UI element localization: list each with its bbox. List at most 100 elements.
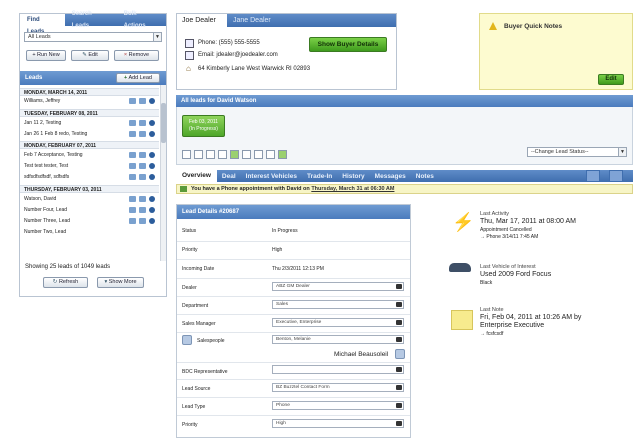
email-icon[interactable]: [129, 98, 136, 104]
lead-row[interactable]: Watson, David: [20, 195, 159, 203]
email-icon[interactable]: [129, 163, 136, 169]
sales-manager-select[interactable]: Executive, Enterprise: [272, 318, 404, 327]
pencil-icon: ✎: [82, 52, 87, 58]
edit-filter-button[interactable]: ✎ Edit: [71, 50, 109, 61]
tab-interest-vehicles[interactable]: Interest Vehicles: [241, 173, 302, 180]
check-icon[interactable]: [242, 150, 251, 159]
last-note-author: Enterprise Executive: [480, 322, 545, 329]
lead-row[interactable]: Number Three, Lead: [20, 217, 159, 225]
leads-scrollbar[interactable]: [160, 85, 166, 261]
info-icon[interactable]: [149, 207, 155, 213]
expand-button[interactable]: [586, 170, 600, 182]
show-more-button[interactable]: ▾ Show More: [97, 277, 144, 288]
tab-deal[interactable]: Deal: [217, 173, 241, 180]
salesperson-action-button[interactable]: [395, 349, 405, 359]
department-select[interactable]: Sales: [272, 300, 404, 309]
scrollbar-thumb[interactable]: [161, 103, 166, 143]
info-icon[interactable]: [149, 218, 155, 224]
calendar-icon[interactable]: [218, 150, 227, 159]
lead-type-label: Lead Type: [182, 404, 206, 410]
tab-trade-in[interactable]: Trade-In: [302, 173, 337, 180]
tab-joe-dealer[interactable]: Joe Dealer: [177, 14, 227, 27]
lead-row[interactable]: Number Two, Lead: [20, 228, 159, 236]
lead-source-select[interactable]: BZ Buzztel Contact Form: [272, 383, 404, 392]
salespeople-select[interactable]: Benton, Melanie: [272, 335, 404, 344]
last-note-text[interactable]: → fcsfcsdf: [480, 331, 503, 337]
document-icon[interactable]: [139, 196, 146, 202]
tab-search-leads[interactable]: Search Leads: [65, 8, 117, 32]
lead-row[interactable]: Feb 7 Acceptance, Testing: [20, 151, 159, 159]
lead-row[interactable]: Jan 26 1 Feb 8 redo, Testing: [20, 130, 159, 138]
lead-row[interactable]: Number Four, Lead: [20, 206, 159, 214]
tab-messages[interactable]: Messages: [370, 173, 411, 180]
remove-filter-button[interactable]: × Remove: [114, 50, 159, 61]
email-icon[interactable]: [129, 174, 136, 180]
email-icon[interactable]: [182, 150, 191, 159]
tab-jane-dealer[interactable]: Jane Dealer: [233, 14, 271, 27]
dealer-label: Dealer: [182, 285, 197, 291]
flag-icon[interactable]: [194, 150, 203, 159]
refresh-icon[interactable]: [278, 150, 287, 159]
add-icon[interactable]: [230, 150, 239, 159]
info-icon[interactable]: [149, 196, 155, 202]
last-note-label: Last Note: [480, 307, 504, 313]
bdc-select[interactable]: [272, 365, 404, 374]
email-icon[interactable]: [129, 196, 136, 202]
add-salesperson-button[interactable]: [182, 335, 192, 345]
info-icon[interactable]: [149, 120, 155, 126]
info-icon[interactable]: [149, 152, 155, 158]
dealer-select[interactable]: ABZ GM Dealer: [272, 282, 404, 291]
priority-select-value: High: [276, 421, 286, 426]
info-icon[interactable]: [149, 131, 155, 137]
email-icon[interactable]: [129, 120, 136, 126]
appointment-text: You have a Phone appointment with David …: [191, 186, 310, 192]
show-buyer-details-button[interactable]: Show Buyer Details: [309, 37, 387, 52]
tab-notes[interactable]: Notes: [411, 173, 439, 180]
email-icon[interactable]: [129, 152, 136, 158]
change-lead-status-select[interactable]: --Change Lead Status-- ▼: [527, 147, 627, 157]
print-icon[interactable]: [254, 150, 263, 159]
chevron-down-icon: ▾: [104, 279, 108, 285]
info-icon[interactable]: [149, 98, 155, 104]
quick-notes-edit-button[interactable]: Edit: [598, 74, 624, 85]
info-icon[interactable]: [149, 174, 155, 180]
document-icon[interactable]: [139, 174, 146, 180]
email-icon[interactable]: [129, 207, 136, 213]
incoming-date-value: Thu 2/3/2011 12:13 PM: [272, 266, 324, 272]
document-icon[interactable]: [139, 163, 146, 169]
lead-row[interactable]: Jan 11 2, Testing: [20, 119, 159, 127]
tab-history[interactable]: History: [337, 173, 369, 180]
last-activity-link[interactable]: → Phone 3/14/11 7:45 AM: [480, 234, 538, 240]
info-icon[interactable]: [149, 163, 155, 169]
add-lead-button[interactable]: + Add Lead: [116, 73, 160, 83]
refresh-button[interactable]: ↻ Refresh: [43, 277, 88, 288]
lead-row[interactable]: Williams, Jeffrey: [20, 97, 159, 105]
tab-overview[interactable]: Overview: [176, 170, 217, 182]
appointment-date-link[interactable]: Thursday, March 31 at 06:30 AM: [311, 186, 394, 192]
priority-2-label: Priority: [182, 422, 198, 428]
run-new-button[interactable]: + Run New: [26, 50, 66, 61]
lead-row[interactable]: sdfsdfsdfsdf, sdfsdfs: [20, 173, 159, 181]
email-text[interactable]: Email: jdealer@joedealer.com: [198, 52, 278, 58]
priority-select[interactable]: High: [272, 419, 404, 428]
document-icon[interactable]: [139, 131, 146, 137]
last-activity-label: Last Activity: [480, 211, 510, 217]
lead-type-select[interactable]: Phone: [272, 401, 404, 410]
document-icon[interactable]: [139, 152, 146, 158]
alert-button[interactable]: [609, 170, 623, 182]
document-icon[interactable]: [139, 207, 146, 213]
email-icon[interactable]: [129, 131, 136, 137]
tab-bulk-actions[interactable]: Bulk Actions: [117, 8, 166, 32]
salespeople-label: Salespeople: [197, 338, 225, 344]
document-icon[interactable]: [139, 98, 146, 104]
document-icon[interactable]: [139, 218, 146, 224]
lead-filter-select[interactable]: All Leads ▼: [24, 32, 162, 42]
email-icon[interactable]: [129, 218, 136, 224]
lead-chip[interactable]: Feb 03, 2011 (In Progress): [182, 115, 225, 137]
document-icon[interactable]: [139, 120, 146, 126]
tag-icon[interactable]: [206, 150, 215, 159]
lead-row[interactable]: Test test tester, Test: [20, 162, 159, 170]
row-actions: [129, 207, 155, 213]
document-icon[interactable]: [266, 150, 275, 159]
tab-find-leads[interactable]: Find Leads: [20, 14, 65, 35]
